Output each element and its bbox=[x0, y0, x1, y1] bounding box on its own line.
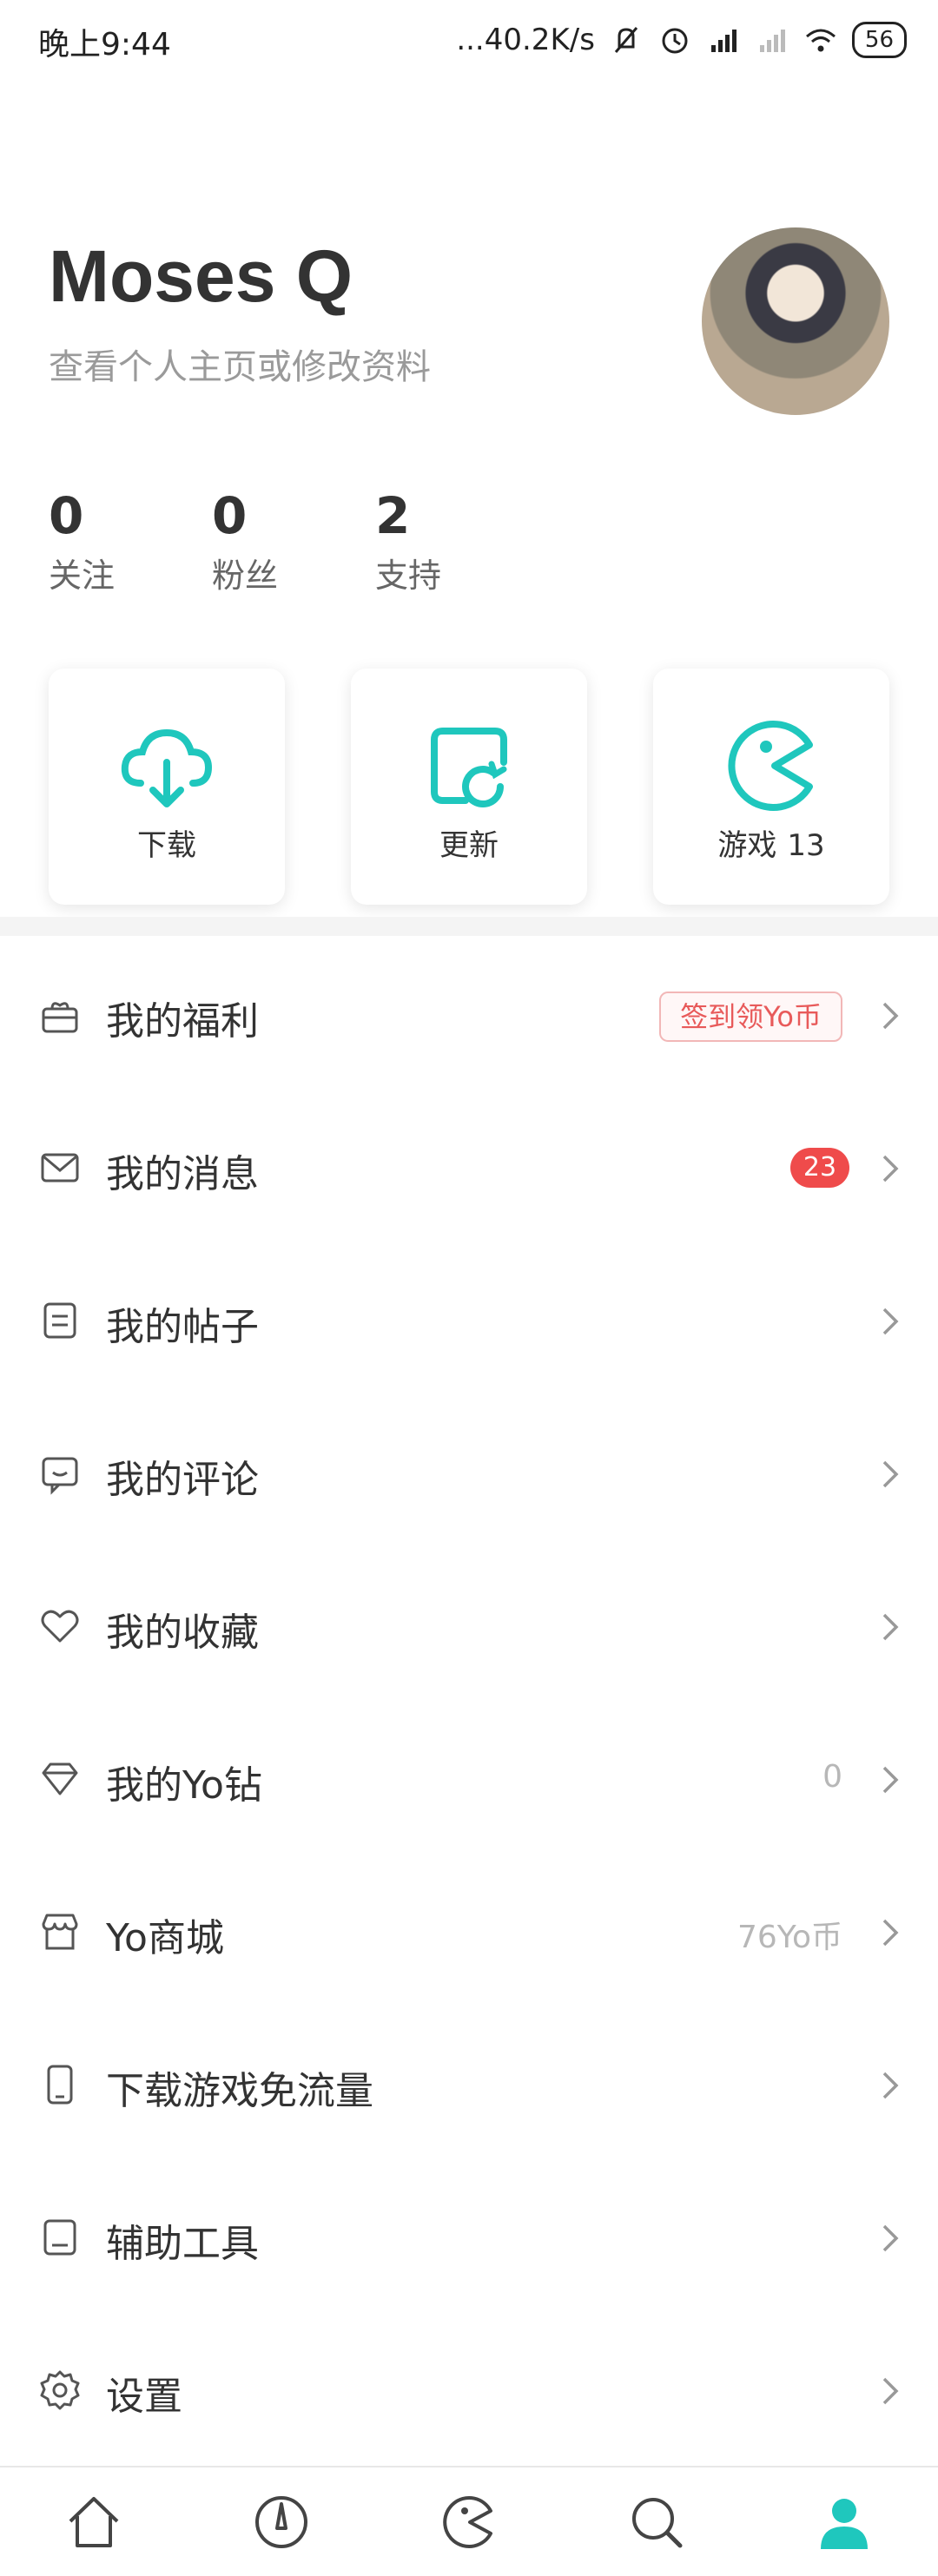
pacman-icon bbox=[728, 721, 813, 811]
search-icon bbox=[632, 2497, 683, 2547]
cloud-download-icon bbox=[121, 728, 213, 807]
menu-item-messages[interactable]: 我的消息 23 bbox=[0, 1090, 938, 1245]
home-icon bbox=[69, 2496, 119, 2547]
menu-item-comments[interactable]: 我的评论 bbox=[0, 1396, 938, 1551]
user-name[interactable]: Moses Q bbox=[49, 234, 353, 319]
menu-label: 辅助工具 bbox=[106, 2222, 259, 2266]
menu-label: 我的帖子 bbox=[106, 1305, 259, 1349]
profile-icon bbox=[821, 2498, 868, 2549]
download-card[interactable]: 下载 bbox=[49, 669, 285, 905]
gear-icon bbox=[40, 2370, 80, 2410]
update-icon bbox=[431, 728, 507, 807]
nav-profile[interactable] bbox=[750, 2467, 938, 2576]
chevron-right-icon bbox=[882, 1766, 899, 1794]
mute-icon bbox=[614, 27, 638, 53]
menu-label: 我的评论 bbox=[106, 1458, 259, 1502]
stat-label: 关注 bbox=[49, 557, 116, 595]
menu-item-tools[interactable]: 辅助工具 bbox=[0, 2160, 938, 2315]
menu-item-settings[interactable]: 设置 bbox=[0, 2313, 938, 2467]
status-time: 晚上9:44 bbox=[38, 27, 171, 63]
games-card[interactable]: 游戏 13 bbox=[653, 669, 889, 905]
edit-profile-link[interactable]: 查看个人主页或修改资料 bbox=[49, 339, 431, 389]
menu-item-welfare[interactable]: 我的福利 签到领Yo币 bbox=[0, 938, 938, 1092]
discover-icon bbox=[255, 2495, 307, 2548]
menu-label: 我的收藏 bbox=[106, 1611, 259, 1655]
stat-label: 支持 bbox=[375, 557, 442, 595]
card-label: 更新 bbox=[439, 828, 499, 863]
wifi-icon bbox=[805, 29, 836, 52]
update-card[interactable]: 更新 bbox=[351, 669, 587, 905]
card-label: 游戏 13 bbox=[717, 828, 825, 863]
section-divider bbox=[0, 917, 938, 936]
menu-item-favorites[interactable]: 我的收藏 bbox=[0, 1549, 938, 1703]
bottom-nav bbox=[0, 2466, 938, 2576]
chevron-right-icon bbox=[882, 1002, 899, 1030]
menu-label: 我的Yo钻 bbox=[106, 1763, 262, 1808]
comment-icon bbox=[42, 1457, 78, 1495]
stat-value: 2 bbox=[375, 486, 411, 545]
status-bar: 晚上9:44 ...40.2K/s 56 bbox=[0, 0, 938, 80]
nav-discover[interactable] bbox=[188, 2467, 375, 2576]
gift-icon bbox=[42, 1002, 78, 1033]
chevron-right-icon bbox=[882, 2377, 899, 2405]
signal-icon bbox=[759, 30, 785, 52]
chevron-right-icon bbox=[882, 2072, 899, 2099]
yo-coin-balance: 76Yo币 bbox=[737, 1920, 842, 1955]
chevron-right-icon bbox=[882, 2224, 899, 2252]
stat-fans[interactable]: 0 粉丝 bbox=[212, 486, 316, 596]
stat-label: 粉丝 bbox=[212, 557, 279, 595]
checkin-button[interactable]: 签到领Yo币 bbox=[659, 992, 842, 1042]
card-label: 下载 bbox=[137, 828, 196, 863]
status-icons: ...40.2K/s 56 bbox=[456, 16, 907, 64]
stat-value: 0 bbox=[212, 486, 248, 545]
chevron-right-icon bbox=[882, 1613, 899, 1641]
hd-signal-icon bbox=[710, 30, 737, 52]
mail-icon bbox=[41, 1153, 79, 1183]
unread-badge: 23 bbox=[790, 1148, 849, 1188]
menu-item-diamonds[interactable]: 我的Yo钻 0 bbox=[0, 1702, 938, 1856]
avatar[interactable] bbox=[702, 227, 889, 415]
menu-item-free-traffic[interactable]: 下载游戏免流量 bbox=[0, 2007, 938, 2162]
menu-label: 下载游戏免流量 bbox=[106, 2069, 373, 2113]
menu-item-posts[interactable]: 我的帖子 bbox=[0, 1243, 938, 1398]
diamond-icon bbox=[42, 1762, 78, 1795]
menu-label: Yo商城 bbox=[106, 1916, 224, 1960]
nav-game[interactable] bbox=[375, 2467, 563, 2576]
menu-label: 我的福利 bbox=[106, 999, 259, 1044]
menu-label: 我的消息 bbox=[106, 1152, 259, 1196]
post-icon bbox=[43, 1302, 76, 1339]
phone-icon bbox=[47, 2065, 73, 2105]
chevron-right-icon bbox=[882, 1919, 899, 1947]
stat-following[interactable]: 0 关注 bbox=[49, 486, 153, 596]
stat-value: 0 bbox=[49, 486, 84, 545]
menu-item-shop[interactable]: Yo商城 76Yo币 bbox=[0, 1855, 938, 2009]
diamond-balance: 0 bbox=[822, 1759, 842, 1795]
net-speed: ...40.2K/s bbox=[456, 23, 595, 57]
nav-home[interactable] bbox=[0, 2467, 188, 2576]
chevron-right-icon bbox=[882, 1460, 899, 1488]
chevron-right-icon bbox=[882, 1308, 899, 1335]
chevron-right-icon bbox=[882, 1155, 899, 1183]
game-icon bbox=[443, 2495, 492, 2548]
battery-icon: 56 bbox=[851, 22, 907, 58]
menu-label: 设置 bbox=[106, 2375, 182, 2419]
nav-search[interactable] bbox=[563, 2467, 750, 2576]
alarm-icon bbox=[662, 28, 688, 54]
stat-support[interactable]: 2 支持 bbox=[375, 486, 479, 596]
heart-icon bbox=[41, 1610, 79, 1643]
tools-icon bbox=[43, 2219, 76, 2256]
shop-icon bbox=[42, 1914, 78, 1950]
game-count: 13 bbox=[787, 828, 825, 863]
